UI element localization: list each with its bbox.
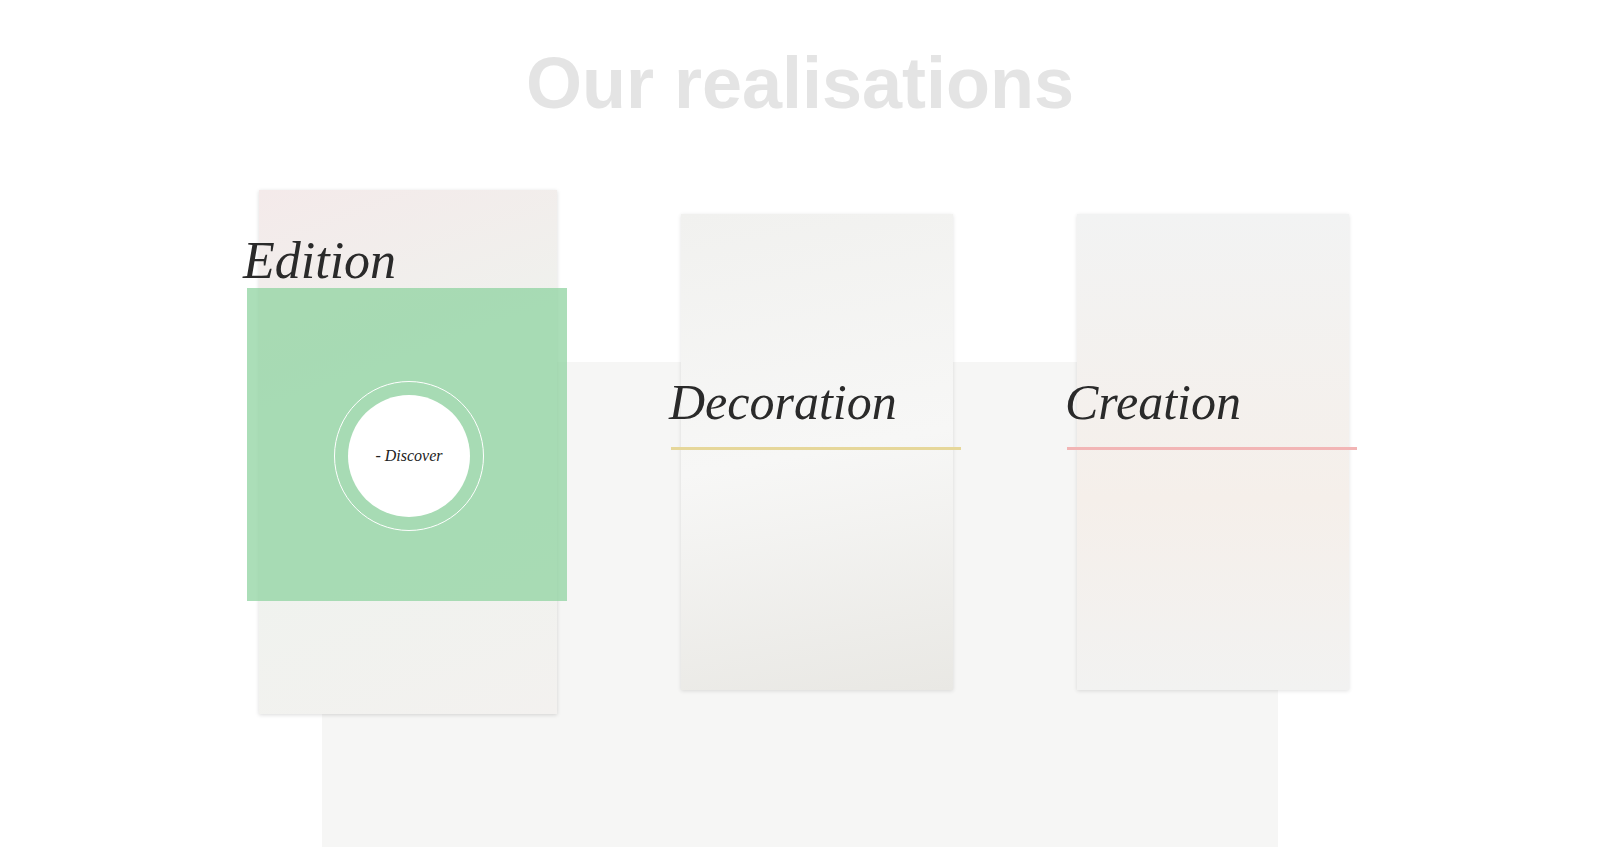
card-title: Decoration (669, 372, 897, 432)
section-title: Our realisations (526, 40, 1074, 126)
category-row: Edition- Discover Decoration Creation (251, 190, 1349, 714)
category-card[interactable]: Edition- Discover (259, 190, 557, 714)
card-underline (1067, 447, 1357, 450)
category-card[interactable]: Creation (1077, 214, 1349, 690)
discover-ring: - Discover (334, 381, 484, 531)
card-underline (671, 447, 961, 450)
card-title: Creation (1065, 372, 1241, 432)
page: Our realisationsEdition- DiscoverDecorat… (0, 0, 1600, 847)
discover-button[interactable]: - Discover (348, 395, 470, 517)
category-card[interactable]: Decoration (681, 214, 953, 690)
card-title: Edition (243, 230, 396, 292)
